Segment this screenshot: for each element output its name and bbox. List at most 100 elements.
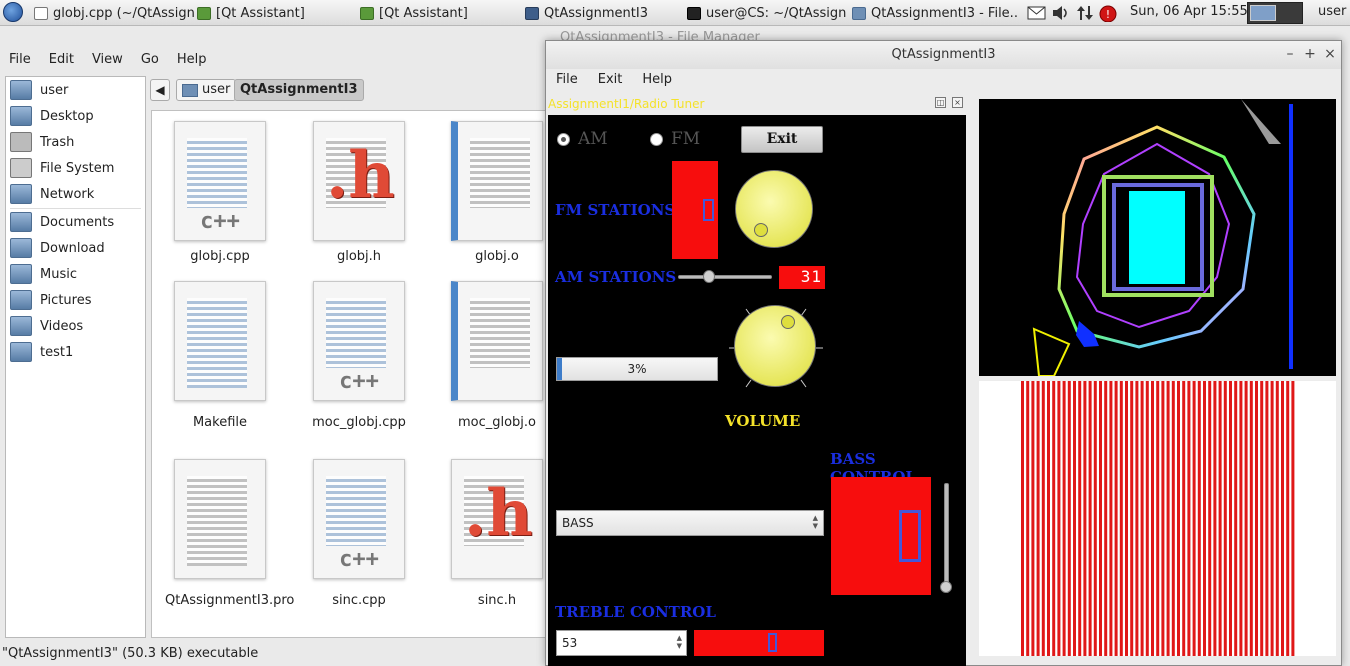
update-alert-icon[interactable]: ! — [1098, 4, 1118, 22]
back-arrow-icon[interactable]: ◀ — [150, 79, 170, 101]
sidebar-item-documents[interactable]: Documents — [10, 210, 114, 234]
workspace-switcher[interactable] — [1247, 2, 1303, 24]
network-icon[interactable] — [1075, 4, 1095, 22]
file-item[interactable]: Makefile — [165, 281, 275, 430]
menu-file[interactable]: File — [546, 69, 588, 91]
sinc-bar — [1213, 381, 1217, 656]
task-label: QtAssignmentI3 - File... — [871, 5, 1017, 21]
sidebar-item-trash[interactable]: Trash — [10, 130, 74, 154]
sidebar-item-file-system[interactable]: File System — [10, 156, 114, 180]
sidebar-item-network[interactable]: Network — [10, 182, 94, 206]
task-label: user@CS: ~/QtAssign... — [706, 5, 847, 21]
breadcrumb-qtassignment[interactable]: QtAssignmentI3 — [234, 79, 364, 101]
menu-help[interactable]: Help — [168, 51, 216, 71]
fm-tuning-dial[interactable] — [735, 170, 813, 248]
panel-clock[interactable]: Sun, 06 Apr 15:55 — [1130, 4, 1248, 19]
breadcrumb-user[interactable]: user — [176, 79, 237, 101]
sinc-bar — [1047, 381, 1050, 656]
taskbar-item-globj-cpp[interactable]: globj.cpp (~/QtAssign... — [34, 3, 194, 23]
bass-slider-handle[interactable] — [940, 581, 952, 593]
sinc-bars-canvas — [979, 381, 1336, 656]
top-panel: globj.cpp (~/QtAssign... [Qt Assistant] … — [0, 0, 1350, 26]
file-name: globj.cpp — [190, 249, 250, 264]
sinc-bar — [1021, 381, 1024, 656]
taskbar-item-qtassignment[interactable]: QtAssignmentI3 — [525, 3, 675, 23]
fm-label: FM — [671, 129, 701, 149]
sidebar-item-videos[interactable]: Videos — [10, 314, 83, 338]
sidebar-item-music[interactable]: Music — [10, 262, 77, 286]
sinc-bar — [1067, 381, 1071, 656]
exit-button[interactable]: Exit — [741, 126, 823, 153]
sidebar-item-download[interactable]: Download — [10, 236, 105, 260]
minimize-icon[interactable]: – — [1281, 45, 1299, 63]
music-folder-icon — [10, 264, 32, 284]
app-menu-icon[interactable] — [3, 2, 23, 22]
folder-icon — [852, 6, 866, 20]
sidebar-item-label: Download — [40, 240, 105, 256]
menu-help[interactable]: Help — [632, 69, 682, 91]
maximize-icon[interactable]: + — [1301, 45, 1319, 63]
progress-text: 3% — [627, 362, 647, 376]
sinc-bar — [1057, 381, 1061, 656]
sinc-bar — [1255, 381, 1258, 656]
taskbar-item-terminal[interactable]: user@CS: ~/QtAssign... — [687, 3, 847, 23]
qt-menubar: File Exit Help — [546, 69, 682, 91]
sinc-bar — [1026, 381, 1030, 656]
spin-arrows-icon[interactable]: ▲ ▼ — [677, 634, 682, 650]
videos-folder-icon — [10, 316, 32, 336]
float-dock-icon[interactable]: ◫ — [935, 97, 946, 108]
file-item[interactable]: .h sinc.h — [442, 459, 552, 608]
taskbar-item-qt-assistant-1[interactable]: [Qt Assistant] — [197, 3, 347, 23]
am-station-slider[interactable] — [678, 275, 772, 279]
documents-folder-icon — [10, 212, 32, 232]
am-lcd-value: 31 — [800, 267, 822, 286]
header-file-icon: .h — [451, 459, 543, 579]
file-item[interactable]: globj.o — [442, 121, 552, 264]
volume-icon[interactable] — [1051, 4, 1071, 22]
sinc-bar — [1270, 381, 1274, 656]
fm-station-lcd — [672, 161, 718, 259]
sinc-bar — [1203, 381, 1206, 656]
treble-spinbox[interactable]: 53 ▲ ▼ — [556, 630, 687, 656]
terminal-icon — [687, 6, 701, 20]
close-icon[interactable]: × — [1321, 45, 1339, 63]
plain-file-icon — [174, 459, 266, 579]
sidebar-item-desktop[interactable]: Desktop — [10, 104, 94, 128]
sidebar-item-pictures[interactable]: Pictures — [10, 288, 91, 312]
am-slider-handle[interactable] — [703, 270, 715, 283]
cpp-file-icon: c++ — [313, 281, 405, 401]
menu-exit[interactable]: Exit — [588, 69, 633, 91]
menu-view[interactable]: View — [83, 51, 132, 71]
user-menu[interactable]: user — [1318, 4, 1346, 19]
cpp-file-icon: c++ — [174, 121, 266, 241]
sidebar-item-label: Music — [40, 266, 77, 282]
file-item[interactable]: QtAssignmentI3.pro — [165, 459, 294, 608]
file-item[interactable]: c++ sinc.cpp — [304, 459, 414, 608]
fm-stations-label: FM STATIONS — [555, 201, 676, 219]
file-item[interactable]: c++ moc_globj.cpp — [304, 281, 414, 430]
radio-indicator — [650, 132, 663, 146]
blue-blob — [1076, 321, 1099, 347]
treble-control-label: TREBLE CONTROL — [555, 603, 716, 621]
menu-file[interactable]: File — [0, 51, 40, 71]
taskbar-item-qt-assistant-2[interactable]: [Qt Assistant] — [360, 3, 510, 23]
bass-select[interactable]: BASS ▲ ▼ — [556, 510, 824, 536]
sinc-bar — [1088, 381, 1092, 656]
menu-go[interactable]: Go — [132, 51, 168, 71]
mail-icon[interactable] — [1027, 4, 1047, 22]
sidebar-item-user[interactable]: user — [10, 78, 68, 102]
volume-dial[interactable] — [734, 305, 816, 387]
home-icon — [10, 80, 32, 100]
am-radio-button[interactable]: AM — [557, 129, 608, 149]
bass-vertical-slider[interactable] — [944, 483, 949, 593]
sinc-bar — [1109, 381, 1113, 656]
file-item[interactable]: c++ globj.cpp — [165, 121, 275, 264]
close-dock-icon[interactable]: × — [952, 97, 963, 108]
file-item[interactable]: moc_globj.o — [442, 281, 552, 430]
fm-radio-button[interactable]: FM — [650, 129, 700, 149]
menu-edit[interactable]: Edit — [40, 51, 83, 71]
sinc-bar — [1234, 381, 1238, 656]
taskbar-item-file-manager[interactable]: QtAssignmentI3 - File... — [852, 3, 1017, 23]
file-item[interactable]: .h globj.h — [304, 121, 414, 264]
sidebar-item-test1[interactable]: test1 — [10, 340, 73, 364]
